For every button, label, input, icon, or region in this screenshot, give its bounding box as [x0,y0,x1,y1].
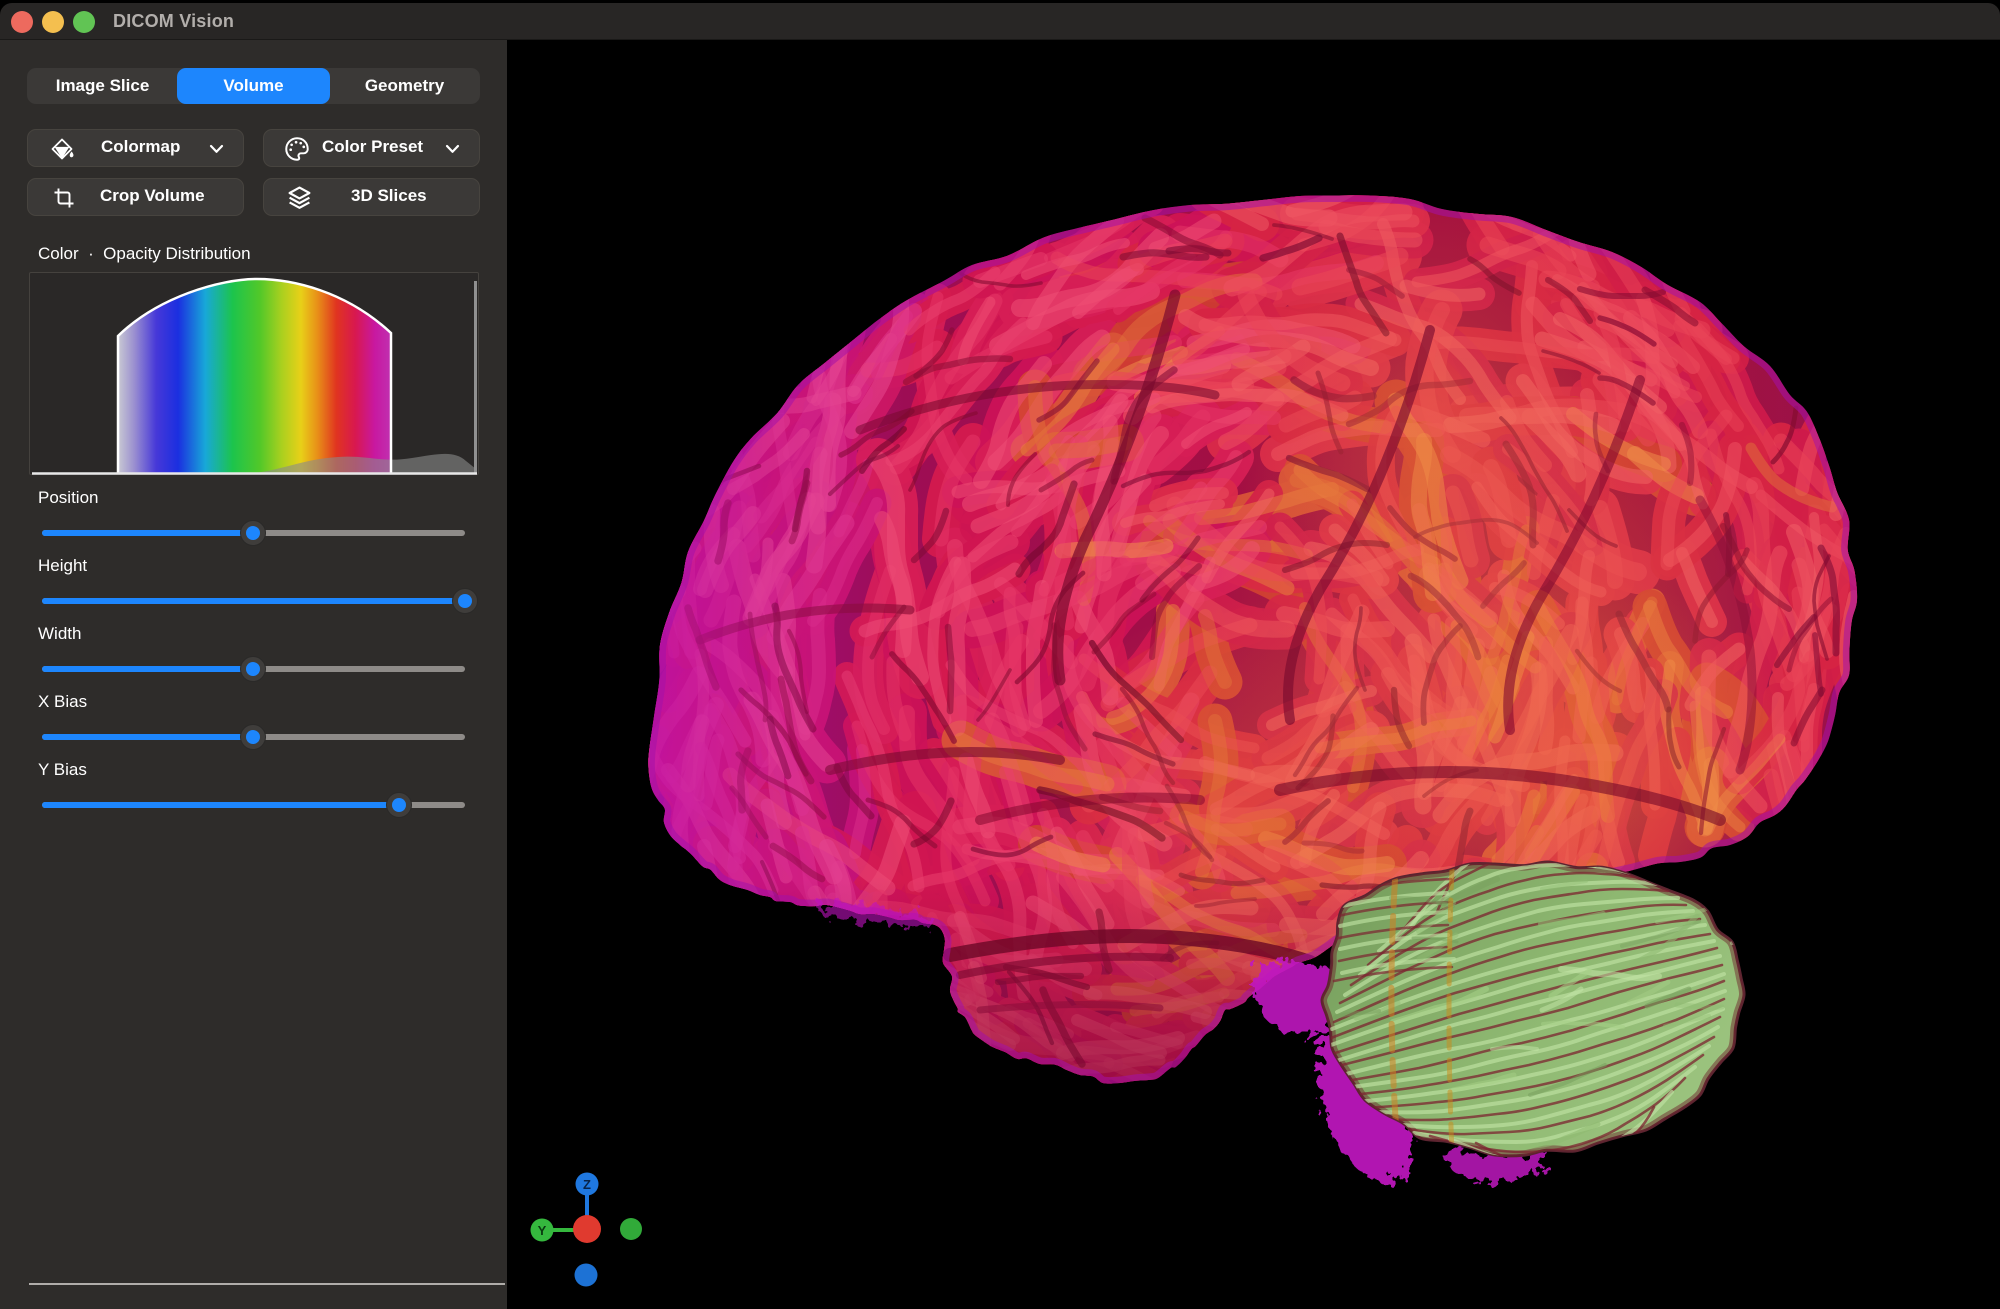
svg-text:Z: Z [583,1177,591,1192]
svg-text:Y: Y [538,1223,547,1238]
